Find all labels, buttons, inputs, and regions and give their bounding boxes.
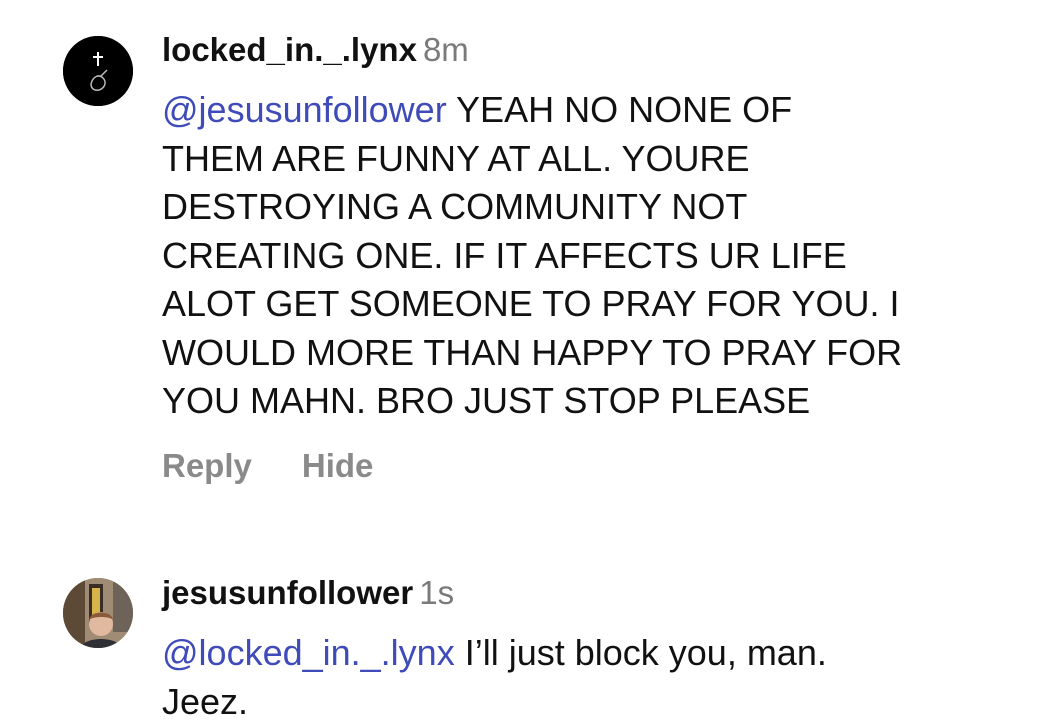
username[interactable]: locked_in._.lynx (162, 31, 417, 68)
mention-link[interactable]: @jesusunfollower (162, 89, 447, 130)
comment-line-text: I’ll just block you, man. (455, 632, 827, 673)
reply-button[interactable]: Reply (162, 447, 252, 484)
mention-link[interactable]: @locked_in._.lynx (162, 632, 455, 673)
comment-line: THEM ARE FUNNY AT ALL. YOURE (162, 135, 1042, 184)
cross-finger-heart-icon (63, 36, 133, 106)
profile-photo (63, 578, 133, 648)
comment-actions: Reply Hide (162, 447, 373, 485)
comment-line: DESTROYING A COMMUNITY NOT (162, 183, 1042, 232)
comment-header: locked_in._.lynx8m (162, 31, 469, 69)
comment-line: ALOT GET SOMEONE TO PRAY FOR YOU. I (162, 280, 1042, 329)
comment-header: jesusunfollower1s (162, 574, 454, 612)
comment-line: WOULD MORE THAN HAPPY TO PRAY FOR (162, 329, 1042, 378)
avatar[interactable] (63, 578, 133, 648)
timestamp: 8m (423, 31, 469, 68)
comment-line: YOU MAHN. BRO JUST STOP PLEASE (162, 377, 1042, 426)
comment-line-text: YEAH NO NONE OF (447, 89, 792, 130)
comment-line: @jesusunfollower YEAH NO NONE OF (162, 86, 1042, 135)
avatar[interactable] (63, 36, 133, 106)
comment-text: @locked_in._.lynx I’ll just block you, m… (162, 629, 1042, 726)
hide-button[interactable]: Hide (302, 447, 374, 484)
comment-line: @locked_in._.lynx I’ll just block you, m… (162, 629, 1042, 678)
timestamp: 1s (419, 574, 454, 611)
comment-text: @jesusunfollower YEAH NO NONE OF THEM AR… (162, 86, 1042, 426)
comment-line: CREATING ONE. IF IT AFFECTS UR LIFE (162, 232, 1042, 281)
username[interactable]: jesusunfollower (162, 574, 413, 611)
comment-line: Jeez. (162, 678, 1042, 726)
